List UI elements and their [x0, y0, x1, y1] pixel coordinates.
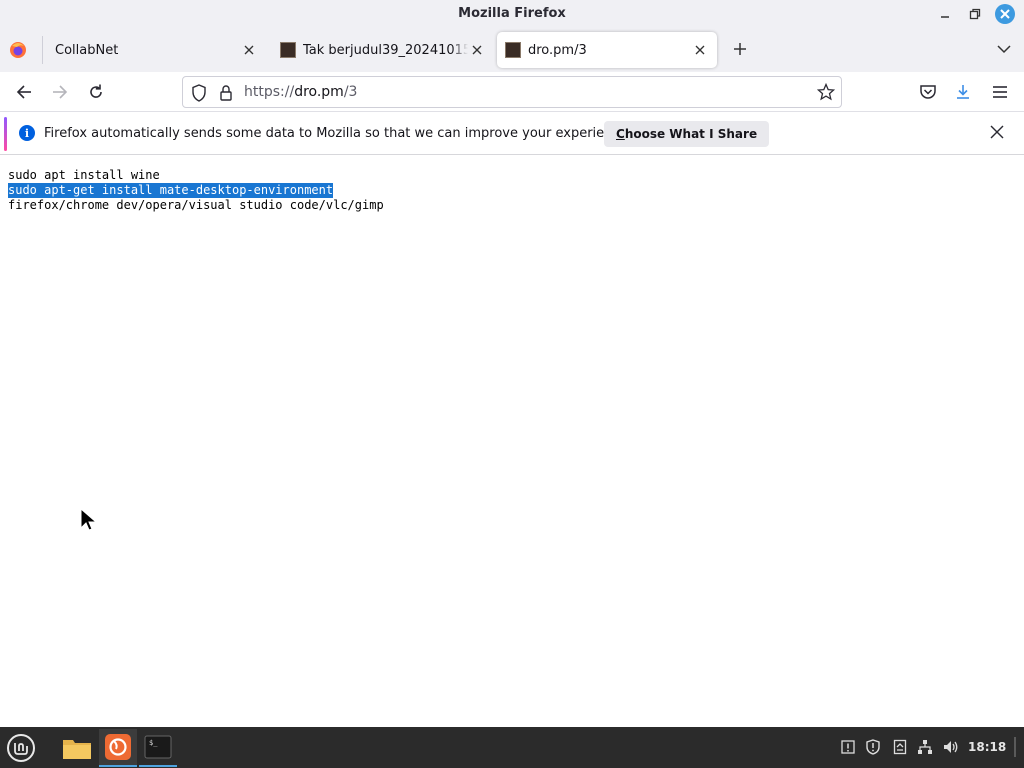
- star-icon: [816, 82, 836, 101]
- taskbar-terminal-button[interactable]: $_: [139, 729, 177, 767]
- tab-label: CollabNet: [55, 42, 119, 58]
- forward-arrow-icon: [53, 85, 68, 99]
- minimize-icon: [941, 16, 949, 18]
- app-menu-button[interactable]: [988, 80, 1012, 104]
- text-line: sudo apt install wine: [8, 168, 160, 182]
- terminal-icon: $_: [144, 735, 172, 759]
- folder-icon: [63, 740, 91, 759]
- taskbar-files-button[interactable]: [58, 729, 96, 767]
- url-text: https://dro.pm/3: [244, 84, 357, 100]
- chevron-down-icon: [997, 45, 1011, 54]
- back-arrow-icon: [16, 85, 31, 99]
- tab-favicon: [505, 42, 521, 58]
- start-menu-button[interactable]: [2, 729, 40, 767]
- show-desktop-button[interactable]: [1012, 737, 1018, 757]
- close-icon: [695, 45, 705, 55]
- download-icon: [957, 85, 969, 99]
- taskbar-firefox-button[interactable]: [99, 729, 137, 767]
- update-manager-icon[interactable]: [840, 739, 856, 755]
- tab-collabnet[interactable]: CollabNet: [44, 32, 266, 68]
- tab-dro-pm[interactable]: dro.pm/3: [497, 32, 717, 68]
- taskbar-clock[interactable]: 18:18: [968, 740, 1006, 754]
- plus-icon: [734, 43, 746, 55]
- notification-message: Firefox automatically sends some data to…: [44, 126, 632, 141]
- tab-separator: [42, 36, 43, 64]
- firefox-view-button[interactable]: [8, 40, 30, 62]
- choose-what-i-share-button[interactable]: Choose What I Share: [604, 121, 770, 147]
- bookmark-star-button[interactable]: [816, 82, 836, 105]
- new-tab-button[interactable]: [729, 38, 751, 60]
- selected-text-line: sudo apt-get install mate-desktop-enviro…: [8, 183, 334, 198]
- url-host: dro.pm: [294, 84, 344, 100]
- button-access-key: C: [616, 127, 625, 141]
- close-notification-button[interactable]: [990, 124, 1010, 144]
- close-tab-button[interactable]: [468, 41, 486, 59]
- tab-strip: CollabNet Tak berjudul39_20241015012 dro…: [0, 28, 1024, 72]
- back-button[interactable]: [12, 80, 36, 104]
- volume-icon[interactable]: [943, 739, 959, 755]
- reload-icon: [90, 84, 102, 98]
- text-line: firefox/chrome dev/opera/visual studio c…: [8, 198, 384, 212]
- data-collection-notification: i Firefox automatically sends some data …: [0, 113, 1024, 155]
- svg-text:$_: $_: [149, 739, 158, 747]
- tracking-protection-shield-icon[interactable]: [191, 84, 207, 106]
- page-content: sudo apt install wine sudo apt-get insta…: [0, 156, 1024, 727]
- mouse-pointer-icon: [80, 507, 98, 536]
- tab-label: dro.pm/3: [528, 42, 587, 58]
- close-tab-button[interactable]: [691, 41, 709, 59]
- list-all-tabs-button[interactable]: [994, 38, 1014, 60]
- notification-accent: [4, 117, 7, 151]
- close-window-button[interactable]: [995, 4, 1015, 24]
- restore-icon: [969, 8, 981, 20]
- restore-button[interactable]: [965, 4, 985, 24]
- close-icon: [244, 45, 254, 55]
- tab-tak-berjudul[interactable]: Tak berjudul39_20241015012: [272, 32, 494, 68]
- url-path: /3: [343, 84, 358, 100]
- window-title: Mozilla Firefox: [458, 6, 566, 21]
- downloads-button[interactable]: [951, 80, 975, 104]
- address-bar[interactable]: https://dro.pm/3: [182, 76, 842, 108]
- lock-icon[interactable]: [219, 84, 233, 106]
- close-icon: [1000, 9, 1010, 19]
- tab-favicon: [280, 42, 296, 58]
- firefox-logo-icon: [10, 42, 26, 58]
- taskbar: $_ 18:18: [0, 727, 1024, 768]
- shield-icon[interactable]: [865, 739, 881, 755]
- info-icon: i: [19, 125, 35, 141]
- clipboard-icon[interactable]: [892, 739, 908, 755]
- window-titlebar: Mozilla Firefox: [0, 0, 1024, 28]
- firefox-icon: [105, 734, 131, 760]
- button-label: hoose What I Share: [624, 127, 758, 141]
- reload-button[interactable]: [84, 80, 108, 104]
- close-icon: [472, 45, 482, 55]
- minimize-button[interactable]: [935, 4, 955, 24]
- close-icon: [990, 125, 1004, 139]
- url-scheme: https://: [244, 84, 295, 100]
- navigation-toolbar: https://dro.pm/3: [0, 72, 1024, 112]
- tab-label: Tak berjudul39_20241015012: [303, 42, 468, 58]
- pocket-button[interactable]: [916, 80, 940, 104]
- forward-button[interactable]: [48, 80, 72, 104]
- pocket-icon: [920, 85, 936, 99]
- network-icon[interactable]: [917, 739, 933, 755]
- close-tab-button[interactable]: [240, 41, 258, 59]
- hamburger-menu-icon: [993, 86, 1007, 98]
- linux-mint-logo-icon: [7, 734, 35, 762]
